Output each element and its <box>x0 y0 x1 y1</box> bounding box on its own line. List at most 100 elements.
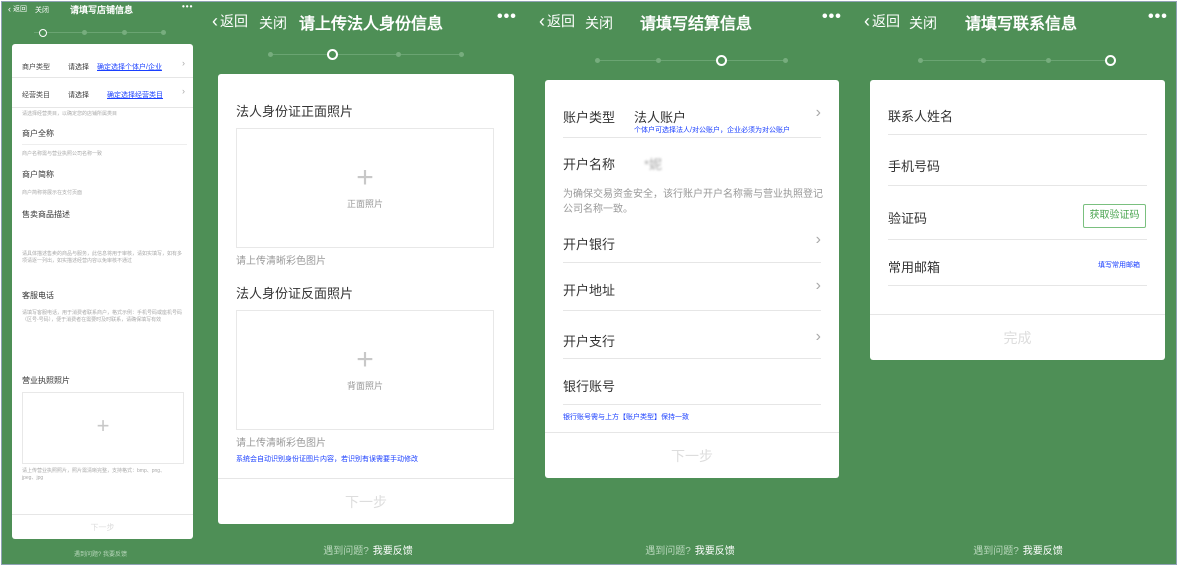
step-current <box>39 29 47 37</box>
more-menu-icon[interactable]: ••• <box>1148 8 1168 26</box>
bank-branch-label: 开户支行 <box>563 334 616 349</box>
front-photo-hint: 请上传清晰彩色图片 <box>236 256 326 267</box>
chevron-left-icon: ‹ <box>864 11 870 31</box>
business-category-hint: 请选择经营类目，以确定您的店铺所属类目 <box>22 111 118 117</box>
service-phone-label[interactable]: 客服电话 <box>22 290 54 301</box>
more-menu-icon[interactable]: ••• <box>497 8 517 26</box>
back-photo-upload[interactable]: + 背面照片 <box>236 310 494 430</box>
store-form-card: 商户类型 请选择 确定选择个体户/企业 › 经营类目 请选择 确定选择经营类目 … <box>12 44 193 539</box>
step-dot <box>459 52 464 57</box>
step-dot <box>783 58 788 63</box>
step-line <box>595 60 788 61</box>
merchant-type-row[interactable]: 商户类型 请选择 确定选择个体户/企业 › <box>12 44 193 78</box>
contact-name-row[interactable]: 联系人姓名 <box>888 80 1147 135</box>
divider <box>22 144 187 145</box>
close-button[interactable]: 关闭 <box>35 5 49 15</box>
get-code-button[interactable]: 获取验证码 <box>1083 204 1146 228</box>
bank-row[interactable]: 开户银行 › <box>563 218 821 263</box>
footer-question: 遇到问题? <box>973 546 1019 557</box>
goods-description-label[interactable]: 售卖商品描述 <box>22 209 70 220</box>
business-category-row[interactable]: 经营类目 请选择 确定选择经营类目 › <box>12 78 193 108</box>
merchant-fullname-hint: 商户名称需与营业执照公司名称一致 <box>22 151 103 157</box>
feedback-link[interactable]: 我要反馈 <box>1023 546 1063 557</box>
step-indicator <box>34 27 166 39</box>
done-button[interactable]: 完成 <box>870 314 1165 360</box>
step-current <box>716 55 727 66</box>
license-hint: 请上传营业执照照片，照片需清晰完整，支持格式：bmp、png、jpeg、jpg <box>22 468 166 481</box>
chevron-left-icon: ‹ <box>8 3 11 14</box>
close-button[interactable]: 关闭 <box>259 13 287 33</box>
step-line <box>34 32 166 33</box>
bank-address-label: 开户地址 <box>563 283 616 298</box>
back-label: 返回 <box>13 6 27 13</box>
business-category-link[interactable]: 确定选择经营类目 <box>107 90 163 100</box>
bank-branch-row[interactable]: 开户支行 › <box>563 311 821 359</box>
panel-settlement: ‹ 返回 关闭 请填写结算信息 ••• 账户类型 法人账户 个体户可选择法人/对… <box>535 2 845 564</box>
legal-id-card: 法人身份证正面照片 + 正面照片 请上传清晰彩色图片 法人身份证反面照片 + 背… <box>218 74 514 524</box>
next-step-button[interactable]: 下一步 <box>12 514 193 539</box>
panel-store-info: ‹ 返回 关闭 请填写店铺信息 ••• 商户类型 请选择 确定选择个体户/企业 … <box>2 2 199 564</box>
more-menu-icon[interactable]: ••• <box>822 8 842 26</box>
back-button[interactable]: ‹ 返回 <box>539 11 575 31</box>
chevron-left-icon: ‹ <box>539 11 545 31</box>
verify-code-row[interactable]: 验证码 获取验证码 <box>888 186 1147 240</box>
account-type-row[interactable]: 账户类型 法人账户 个体户可选择法人/对公账户，企业必须为对公账户 › <box>563 80 821 138</box>
next-step-button[interactable]: 下一步 <box>545 432 839 478</box>
email-row[interactable]: 常用邮箱 填写常用邮箱 <box>888 240 1147 286</box>
feedback-footer[interactable]: 遇到问题? 我要反馈 <box>535 542 845 557</box>
contact-name-label: 联系人姓名 <box>888 109 954 124</box>
settlement-form-card: 账户类型 法人账户 个体户可选择法人/对公账户，企业必须为对公账户 › 开户名称… <box>545 80 839 478</box>
back-label: 返回 <box>220 13 248 29</box>
account-type-value: 法人账户 <box>634 110 687 125</box>
plus-icon: + <box>356 161 374 194</box>
feedback-link[interactable]: 我要反馈 <box>373 546 413 557</box>
merchant-type-link[interactable]: 确定选择个体户/企业 <box>97 62 162 72</box>
feedback-footer[interactable]: 遇到问题? 我要反馈 <box>208 542 528 557</box>
screenshot-canvas: ‹ 返回 关闭 请填写店铺信息 ••• 商户类型 请选择 确定选择个体户/企业 … <box>1 1 1177 565</box>
footer-question: 遇到问题? <box>323 546 369 557</box>
back-button[interactable]: ‹ 返回 <box>864 11 900 31</box>
step-dot <box>82 30 87 35</box>
close-button[interactable]: 关闭 <box>585 13 613 33</box>
step-indicator <box>595 55 788 67</box>
phone-row[interactable]: 手机号码 <box>888 135 1147 186</box>
phone-label: 手机号码 <box>888 159 941 174</box>
panel-contact: ‹ 返回 关闭 请填写联系信息 ••• 联系人姓名 手机号码 验证码 获取验证码 <box>859 2 1176 564</box>
header: ‹ 返回 关闭 请填写结算信息 ••• <box>535 2 845 38</box>
step-dot <box>122 30 127 35</box>
chevron-right-icon: › <box>815 277 821 294</box>
step-dot <box>595 58 600 63</box>
step-dot <box>161 30 166 35</box>
feedback-footer[interactable]: 遇到问题? 我要反馈 <box>2 549 199 558</box>
email-link[interactable]: 填写常用邮箱 <box>1098 260 1140 270</box>
bank-address-row[interactable]: 开户地址 › <box>563 263 821 311</box>
goods-description-hint: 请具体描述售卖的商品与服务，此信息将用于审核，请如实填写，如有多项请逐一列出，如… <box>22 251 183 264</box>
step-dot <box>1046 58 1051 63</box>
plus-icon: + <box>356 343 374 376</box>
service-phone-hint: 请填写客服电话，用于消费者联系商户，格式示例：手机号码或座机号码（区号-号码），… <box>22 310 183 323</box>
step-dot <box>656 58 661 63</box>
chevron-right-icon: › <box>182 86 185 96</box>
account-number-row[interactable]: 银行账号 <box>563 359 821 405</box>
front-photo-title: 法人身份证正面照片 <box>236 104 354 119</box>
back-photo-hint: 请上传清晰彩色图片 <box>236 438 326 449</box>
merchant-type-label: 商户类型 <box>22 64 50 71</box>
more-menu-icon[interactable]: ••• <box>182 2 193 11</box>
footer-question: 遇到问题? <box>645 546 691 557</box>
license-upload-box[interactable]: + <box>22 392 184 464</box>
merchant-type-value: 请选择 <box>68 64 89 71</box>
back-photo-label: 背面照片 <box>346 381 383 391</box>
feedback-footer[interactable]: 遇到问题? 我要反馈 <box>859 542 1176 557</box>
chevron-right-icon: › <box>182 58 185 68</box>
front-photo-upload[interactable]: + 正面照片 <box>236 128 494 248</box>
close-button[interactable]: 关闭 <box>909 13 937 33</box>
back-button[interactable]: ‹ 返回 <box>8 4 27 14</box>
back-button[interactable]: ‹ 返回 <box>212 11 248 31</box>
back-photo-title: 法人身份证反面照片 <box>236 286 354 301</box>
business-category-value: 请选择 <box>68 92 89 99</box>
step-dot <box>396 52 401 57</box>
feedback-link[interactable]: 我要反馈 <box>695 546 735 557</box>
account-number-hint: 银行账号需与上方【账户类型】保持一致 <box>563 414 689 421</box>
merchant-short-hint: 商户简称将展示在支付页面 <box>22 190 83 196</box>
next-step-button[interactable]: 下一步 <box>218 478 514 524</box>
